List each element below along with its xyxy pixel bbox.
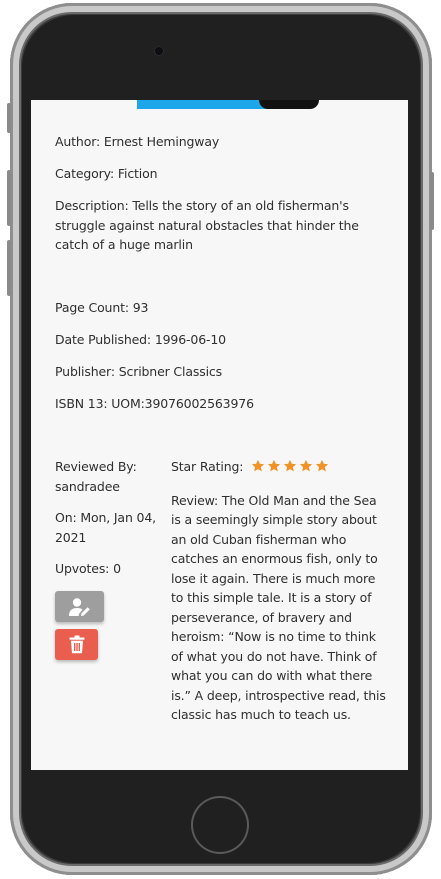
review-body: Star Rating: Review: The Old Man and the… (171, 457, 389, 725)
book-detail-screen: Author: Ernest Hemingway Category: Ficti… (31, 100, 408, 770)
review-date: On: Mon, Jan 04, 2021 (55, 510, 156, 545)
volume-up-button (7, 170, 11, 226)
star-rating-row: Star Rating: (171, 457, 389, 479)
reviewer-name: sandradee (55, 478, 120, 494)
star-icon (252, 459, 265, 472)
star-icon (300, 459, 313, 472)
edit-user-icon (68, 597, 90, 616)
review-meta: Reviewed By: sandradee On: Mon, Jan 04, … (55, 457, 160, 579)
star-icon (268, 459, 281, 472)
camera-icon (155, 47, 163, 55)
book-description: Description: Tells the story of an old f… (55, 198, 359, 252)
home-button[interactable] (193, 798, 247, 852)
book-author: Author: Ernest Hemingway (55, 134, 220, 149)
book-cover-art (259, 100, 319, 109)
book-category: Category: Fiction (55, 166, 158, 181)
star-icon (284, 459, 297, 472)
star-icon (316, 459, 329, 472)
power-button (430, 172, 434, 230)
book-page-count: Page Count: 93 (55, 300, 149, 315)
trash-icon (69, 635, 84, 654)
edit-review-button[interactable] (55, 591, 104, 622)
book-date-published: Date Published: 1996-06-10 (55, 332, 226, 347)
mute-switch (7, 103, 11, 133)
book-cover-image (137, 100, 319, 109)
star-rating (251, 459, 331, 479)
review-text: Review: The Old Man and the Sea is a see… (171, 492, 386, 723)
review-upvotes: Upvotes: 0 (55, 561, 121, 576)
delete-review-button[interactable] (55, 629, 98, 660)
book-publisher: Publisher: Scribner Classics (55, 364, 222, 379)
book-isbn: ISBN 13: UOM:39076002563976 (55, 396, 254, 411)
reviewed-by-label: Reviewed By: (55, 459, 137, 474)
star-rating-label: Star Rating: (171, 459, 244, 474)
volume-down-button (7, 240, 11, 296)
